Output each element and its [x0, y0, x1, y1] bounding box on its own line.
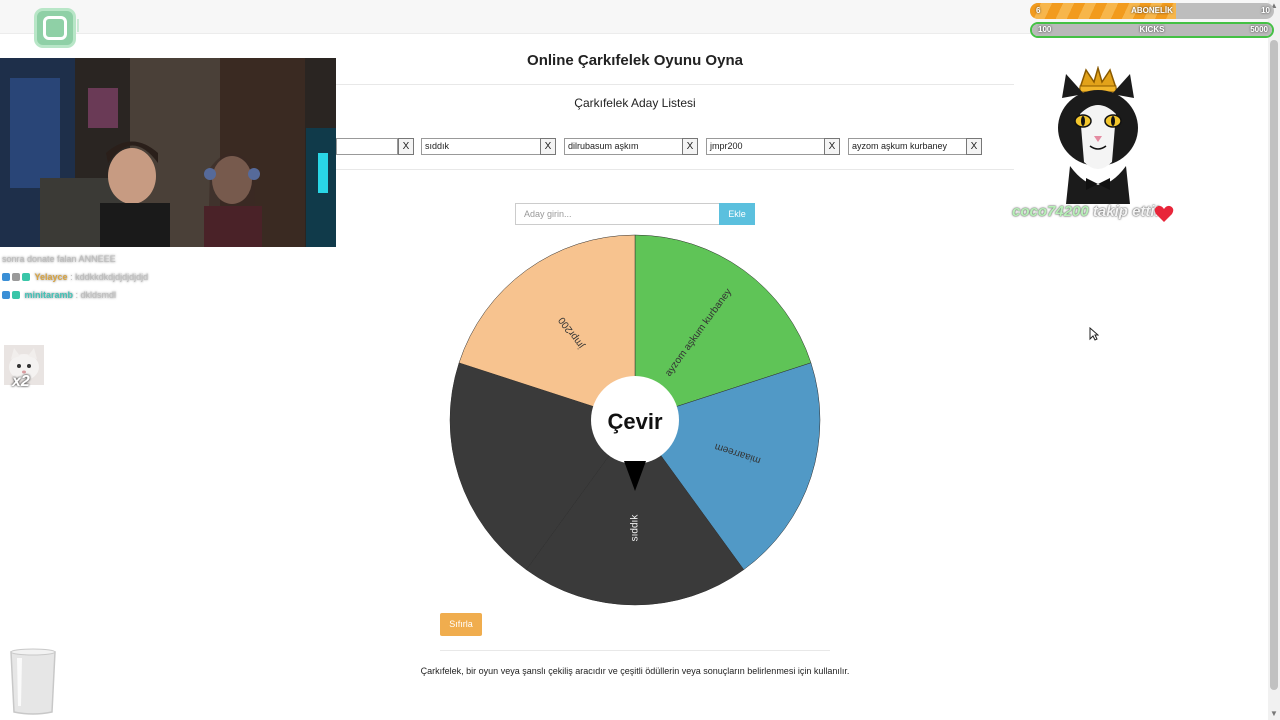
reset-button[interactable]: Sıfırla [440, 613, 482, 636]
chat-badge-icon [2, 273, 10, 281]
candidate-name-input[interactable]: ayzom aşkum kurbaney [848, 138, 968, 155]
subscription-goal-bar: 6 ABONELİK 10 [1030, 3, 1274, 19]
app-logo-icon [34, 8, 76, 48]
divider [336, 84, 1014, 85]
chat-text: sonra donate falan ANNEEE [2, 254, 116, 264]
candidate-input[interactable]: Aday girin... [515, 203, 720, 225]
description-text: Çarkıfelek, bir oyun veya şanslı çekiliş… [420, 666, 850, 676]
candidate-name-input[interactable]: dilrubasum aşkım [564, 138, 684, 155]
remove-candidate-button[interactable]: X [966, 138, 982, 155]
spin-button[interactable]: Çevir [607, 409, 662, 434]
kicks-goal-bar: 100 KICKS 5000 [1030, 22, 1274, 38]
follow-text: takip etti! [1092, 203, 1160, 220]
glass-image [10, 648, 56, 715]
scrollbar[interactable]: ▲ ▼ [1268, 0, 1280, 720]
remove-candidate-button[interactable]: X [682, 138, 698, 155]
king-cat-icon [1058, 66, 1138, 204]
bar-goal-value: 10 [1261, 6, 1270, 15]
bar-label: KICKS [1139, 25, 1165, 34]
chat-message: minitaramb : dkldsmdl [2, 290, 116, 302]
candidate-name-input[interactable] [336, 138, 398, 155]
page-title: Online Çarkıfelek Oyunu Oyna [527, 52, 743, 69]
webcam-image [0, 58, 336, 247]
remove-candidate-button[interactable]: X [540, 138, 556, 155]
follow-username: coco74200 [1012, 203, 1089, 220]
scroll-thumb[interactable] [1270, 40, 1278, 690]
divider [336, 169, 1014, 170]
bar-label: ABONELİK [1131, 6, 1173, 15]
remove-candidate-button[interactable]: X [824, 138, 840, 155]
divider [440, 650, 830, 651]
follow-alert: coco74200 takip etti! [1012, 203, 1160, 225]
chat-message: sonra donate falan ANNEEE [2, 254, 116, 266]
wheel-segment-label: sıddık [630, 514, 641, 542]
webcam-feed [0, 58, 336, 247]
scroll-down-arrow-icon[interactable]: ▼ [1270, 710, 1278, 718]
candidate-list-title: Çarkıfelek Aday Listesi [574, 96, 696, 110]
candidate-name-input[interactable]: sıddık [421, 138, 541, 155]
chat-text: : kddkkdkdjdjdjdjdjd [70, 272, 149, 282]
add-candidate-button[interactable]: Ekle [719, 203, 755, 225]
chat-username: Yelayce [34, 272, 68, 282]
chat-message: Yelayce : kddkkdkdjdjdjdjdjd [2, 272, 148, 284]
chat-badge-icon [2, 291, 10, 299]
bar-goal-value: 5000 [1250, 25, 1268, 34]
remove-candidate-button[interactable]: X [398, 138, 414, 155]
candidate-name-input[interactable]: jmpr200 [706, 138, 826, 155]
chat-username: minitaramb [24, 290, 74, 300]
chat-badge-icon [12, 291, 20, 299]
emote-count: x2 [12, 373, 30, 390]
chat-badge-icon [12, 273, 20, 281]
mouse-cursor-icon [1089, 327, 1099, 341]
chat-text: : dkldsmdl [75, 290, 117, 300]
prize-wheel[interactable]: ayzom aşkum kurbaneymiaarreemsıddıkjmpr2… [440, 225, 830, 615]
chat-badge-icon [22, 273, 30, 281]
heart-icon [1154, 205, 1174, 222]
logo-tail-icon: | [76, 16, 80, 32]
logo-glyph [43, 16, 67, 40]
